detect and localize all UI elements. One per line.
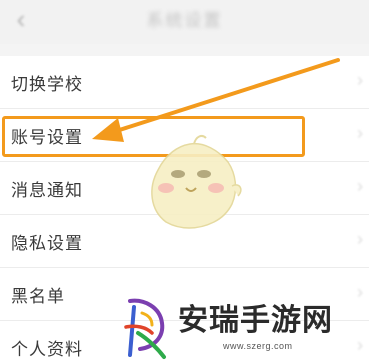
menu-item-label: 个人资料	[11, 340, 83, 359]
chevron-right-icon: ›	[357, 176, 363, 196]
chevron-right-icon: ›	[357, 70, 363, 90]
page-title: 系统设置	[146, 11, 223, 30]
menu-item-label: 切换学校	[11, 75, 83, 94]
watermark-url: www.szerg.com	[223, 341, 293, 351]
top-navigation-bar: ‹ 系统设置	[0, 0, 369, 44]
menu-item-label: 黑名单	[11, 287, 65, 306]
settings-screen: ‹ 系统设置 切换学校 › 账号设置 › 消息通知 › 隐私设置 › 黑名单 ›…	[0, 0, 369, 364]
menu-item-switch-school[interactable]: 切换学校 ›	[0, 56, 369, 109]
watermark-logo	[124, 298, 166, 359]
watermark-name: 安瑞手游网	[178, 303, 333, 338]
menu-item-label: 消息通知	[11, 181, 83, 200]
chevron-right-icon: ›	[357, 123, 363, 143]
menu-item-label: 账号设置	[11, 128, 83, 147]
mascot-icon	[151, 135, 242, 229]
chevron-right-icon: ›	[357, 229, 363, 249]
watermark: 安瑞手游网 www.szerg.com	[116, 293, 369, 364]
menu-item-label: 隐私设置	[11, 234, 83, 253]
